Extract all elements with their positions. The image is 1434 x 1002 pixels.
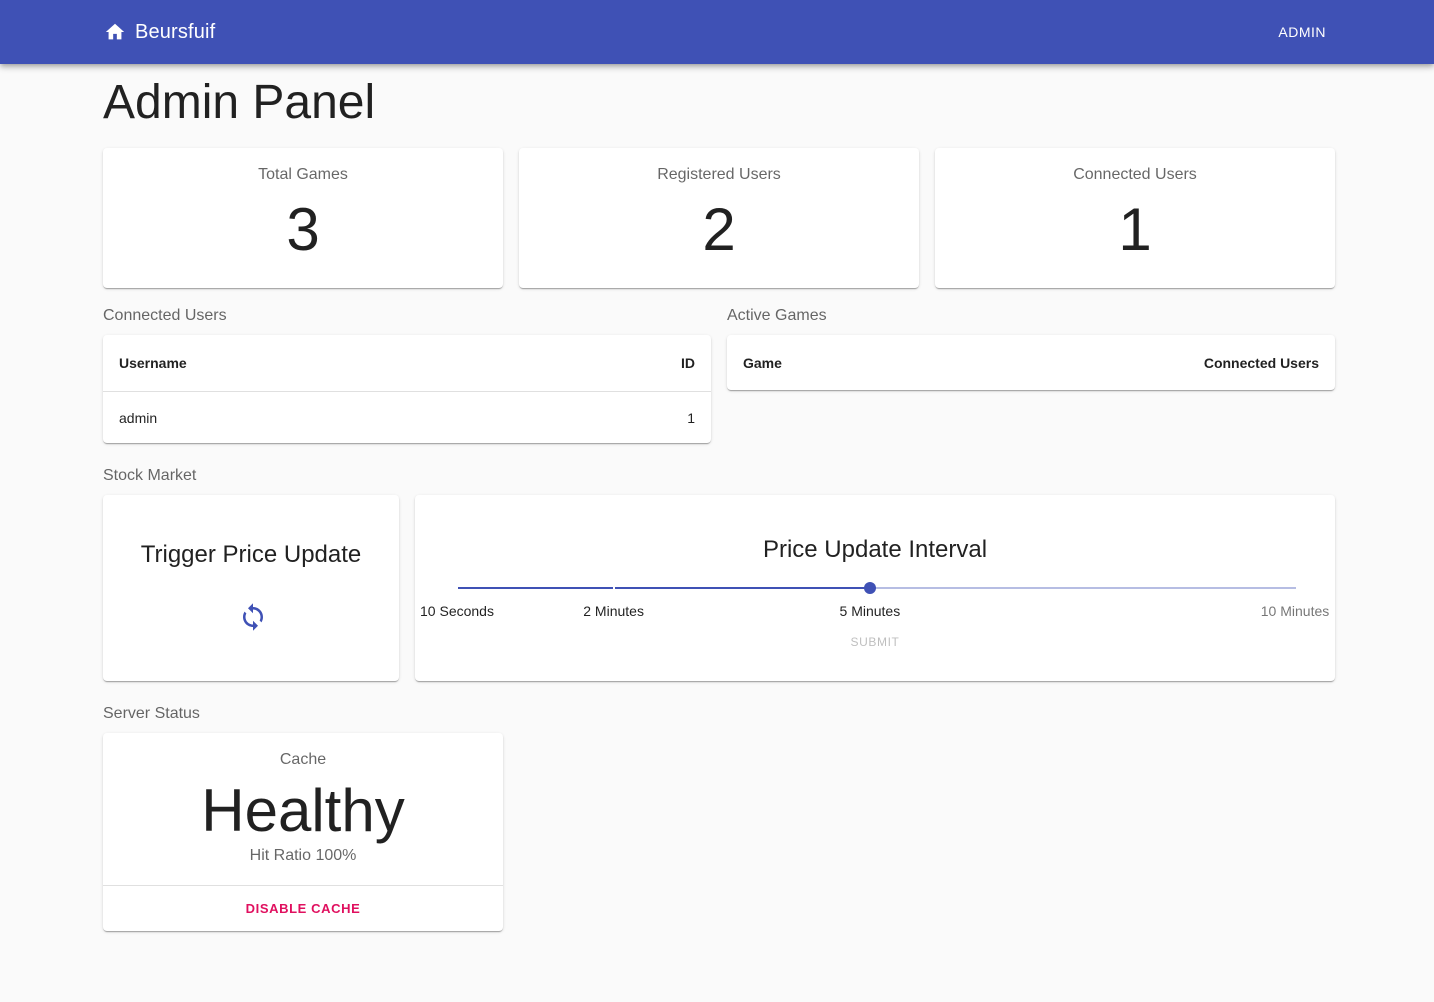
stat-label: Total Games <box>258 166 348 183</box>
cache-status-value: Healthy <box>201 777 405 844</box>
nav-admin-button[interactable]: ADMIN <box>1278 0 1326 64</box>
home-link[interactable]: Beursfuif <box>104 0 215 64</box>
trigger-price-update-title: Trigger Price Update <box>140 541 362 568</box>
stat-card-total-games: Total Games 3 <box>103 148 503 288</box>
cache-label: Cache <box>279 751 327 768</box>
active-games-table: Game Connected Users <box>727 335 1335 390</box>
column-header-connected-users[interactable]: Connected Users <box>1204 335 1319 390</box>
active-games-section-label: Active Games <box>727 307 827 324</box>
stat-card-connected-users: Connected Users 1 <box>935 148 1335 288</box>
disable-cache-button[interactable]: DISABLE CACHE <box>103 901 503 916</box>
column-header-id[interactable]: ID <box>681 335 695 391</box>
slider-mark <box>1296 587 1298 589</box>
submit-button[interactable]: SUBMIT <box>415 635 1335 649</box>
cell-username: admin <box>119 410 158 426</box>
cache-status-card: Cache Healthy Hit Ratio 100% DISABLE CAC… <box>103 733 503 931</box>
connected-users-table: Username ID admin 1 <box>103 335 711 443</box>
table-header: Game Connected Users <box>727 335 1335 390</box>
page-title: Admin Panel <box>103 76 376 129</box>
slider-label-10-minutes: 10 Minutes <box>1260 603 1330 619</box>
slider-mark <box>456 587 458 589</box>
slider-label-10-seconds: 10 Seconds <box>420 603 494 619</box>
cache-hit-ratio: Hit Ratio 100% <box>249 847 357 864</box>
table-header: Username ID <box>103 335 711 392</box>
slider-label-5-minutes: 5 Minutes <box>839 603 901 619</box>
table-row[interactable]: admin 1 <box>103 392 711 443</box>
slider-thumb[interactable] <box>863 582 876 594</box>
stat-value: 1 <box>1118 196 1152 263</box>
price-update-interval-card: Price Update Interval 10 Seconds 2 Minut… <box>415 495 1335 681</box>
stat-value: 2 <box>702 196 736 263</box>
column-header-username[interactable]: Username <box>119 335 187 391</box>
stat-label: Registered Users <box>657 166 781 183</box>
stat-value: 3 <box>286 196 320 263</box>
stock-market-section-label: Stock Market <box>103 467 197 484</box>
app-bar: Beursfuif ADMIN <box>0 0 1434 64</box>
column-header-game[interactable]: Game <box>743 335 782 390</box>
stat-card-registered-users: Registered Users 2 <box>519 148 919 288</box>
interval-slider[interactable] <box>456 582 1298 594</box>
trigger-price-update-button[interactable] <box>229 593 277 641</box>
slider-track <box>457 587 870 589</box>
home-icon <box>105 23 125 40</box>
cell-id: 1 <box>687 410 695 426</box>
connected-users-section-label: Connected Users <box>103 307 227 324</box>
card-divider <box>103 885 503 886</box>
slider-label-2-minutes: 2 Minutes <box>583 603 644 619</box>
refresh-icon <box>243 603 263 631</box>
stat-label: Connected Users <box>1073 166 1197 183</box>
price-update-interval-title: Price Update Interval <box>762 536 988 563</box>
server-status-section-label: Server Status <box>103 705 200 722</box>
brand-title: Beursfuif <box>135 20 216 43</box>
trigger-price-update-card: Trigger Price Update <box>103 495 399 681</box>
slider-mark <box>612 587 615 589</box>
